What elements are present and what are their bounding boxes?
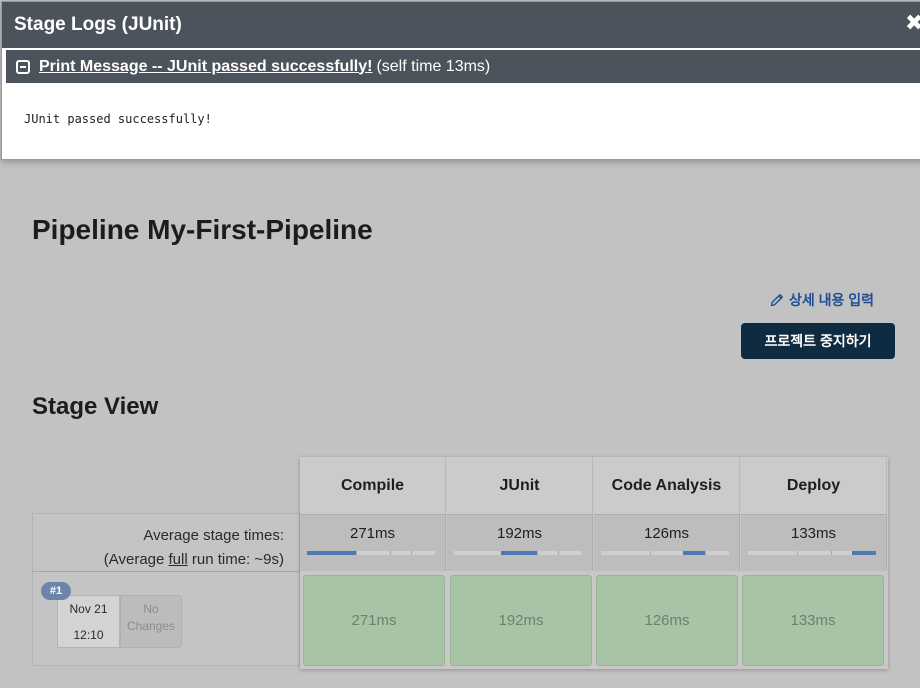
avg-progress-bar xyxy=(307,551,435,555)
progress-tick xyxy=(650,551,651,555)
stage-header-deploy: Deploy xyxy=(741,457,887,514)
progress-tick xyxy=(411,551,412,555)
build-number-badge[interactable]: #1 xyxy=(41,582,71,600)
avg-progress-bar xyxy=(454,551,582,555)
avg-progress-bar xyxy=(601,551,729,555)
log-step-bar: Print Message -- JUnit passed successful… xyxy=(6,50,920,83)
step-link[interactable]: Print Message -- JUnit passed successful… xyxy=(39,58,372,76)
build-date: Nov 21 xyxy=(69,602,108,616)
avg-time: 271ms xyxy=(349,525,396,542)
avg-suffix: run time: ~9s) xyxy=(187,551,284,568)
stage-header-code-analysis: Code Analysis xyxy=(594,457,740,514)
progress-tick xyxy=(537,551,538,555)
collapse-icon[interactable] xyxy=(16,59,30,74)
stage-header-compile: Compile xyxy=(300,457,446,514)
pencil-icon xyxy=(770,294,783,307)
close-icon[interactable]: ✖ xyxy=(905,10,920,36)
progress-fill xyxy=(501,551,537,555)
build-time: 12:10 xyxy=(73,628,104,642)
progress-tick xyxy=(705,551,706,555)
avg-time: 126ms xyxy=(643,525,690,542)
avg-cell-code-analysis: 126ms xyxy=(594,514,740,571)
edit-description-label: 상세 내용 입력 xyxy=(789,292,875,308)
progress-tick xyxy=(797,551,798,555)
run-cell-junit[interactable]: 192ms xyxy=(450,575,592,666)
progress-fill xyxy=(852,551,876,555)
stage-header-junit: JUnit xyxy=(447,457,593,514)
self-time-label: (self time 13ms) xyxy=(376,57,491,75)
build-timestamp: Nov 21 12:10 xyxy=(57,595,120,648)
progress-fill xyxy=(307,551,356,555)
run-cell-compile[interactable]: 271ms xyxy=(303,575,445,666)
modal-title: Stage Logs (JUnit) xyxy=(2,2,920,48)
progress-tick xyxy=(558,551,559,555)
run-cell-deploy[interactable]: 133ms xyxy=(742,575,884,666)
avg-progress-bar xyxy=(748,551,876,555)
edit-description-link[interactable]: 상세 내용 입력 xyxy=(769,290,874,310)
progress-fill xyxy=(683,551,705,555)
progress-tick xyxy=(356,551,357,555)
page-title: Pipeline My-First-Pipeline xyxy=(32,214,373,245)
avg-cell-junit: 192ms xyxy=(447,514,593,571)
avg-prefix: (Average xyxy=(103,551,169,568)
disable-project-button[interactable]: 프로젝트 중지하기 xyxy=(741,323,895,359)
stage-view-title: Stage View xyxy=(32,393,159,420)
avg-time: 192ms xyxy=(496,525,543,542)
log-output: JUnit passed successfully! xyxy=(24,112,212,126)
avg-cell-compile: 271ms xyxy=(300,514,446,571)
full-run-link[interactable]: full xyxy=(169,551,188,568)
progress-tick xyxy=(831,551,832,555)
avg-time: 133ms xyxy=(790,525,837,542)
progress-tick xyxy=(390,551,391,555)
average-times-label: Average stage times: (Average full run t… xyxy=(104,524,284,572)
run-cell-code-analysis[interactable]: 126ms xyxy=(596,575,738,666)
average-stage-times-text: Average stage times: xyxy=(143,527,284,544)
avg-cell-deploy: 133ms xyxy=(741,514,887,571)
no-changes-label[interactable]: No Changes xyxy=(120,595,182,648)
average-full-run-text: (Average full run time: ~9s) xyxy=(104,548,284,572)
